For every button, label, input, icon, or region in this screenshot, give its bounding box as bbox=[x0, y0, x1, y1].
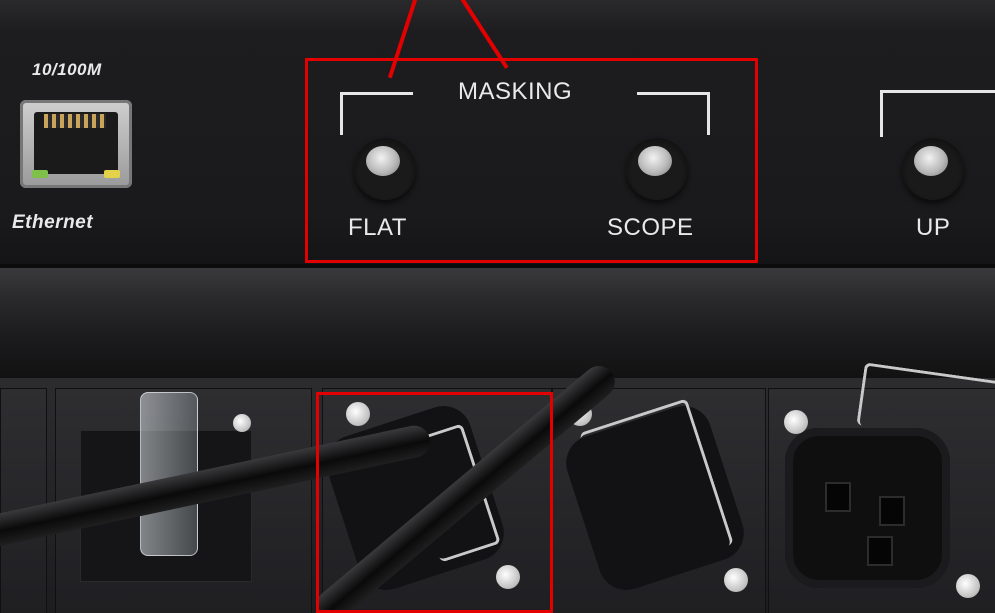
up-button-label: UP bbox=[916, 214, 951, 241]
photo-stage: 10/100M Ethernet MASKING FLAT SCOPE UP bbox=[0, 0, 995, 613]
iec-power-inlet[interactable] bbox=[785, 428, 950, 588]
panel-gap bbox=[0, 268, 995, 378]
screw-icon bbox=[784, 410, 808, 434]
screw-icon bbox=[724, 568, 748, 592]
inlet-pin bbox=[879, 496, 905, 526]
activity-led-icon bbox=[104, 170, 120, 178]
up-group-bracket bbox=[880, 90, 995, 137]
link-led-icon bbox=[32, 170, 48, 178]
up-button[interactable] bbox=[902, 138, 964, 200]
ethernet-label: Ethernet bbox=[12, 212, 94, 233]
inlet-pin bbox=[867, 536, 893, 566]
power-socket-highlight-box bbox=[316, 392, 553, 613]
inlet-pin bbox=[825, 482, 851, 512]
power-module bbox=[0, 388, 47, 613]
masking-highlight-box bbox=[305, 58, 758, 263]
ethernet-jack-pins bbox=[44, 114, 106, 128]
ethernet-speed-label: 10/100M bbox=[32, 60, 102, 79]
ethernet-port[interactable] bbox=[20, 100, 132, 188]
up-button-cap bbox=[914, 146, 948, 176]
screw-icon bbox=[956, 574, 980, 598]
screw-icon bbox=[233, 414, 251, 432]
